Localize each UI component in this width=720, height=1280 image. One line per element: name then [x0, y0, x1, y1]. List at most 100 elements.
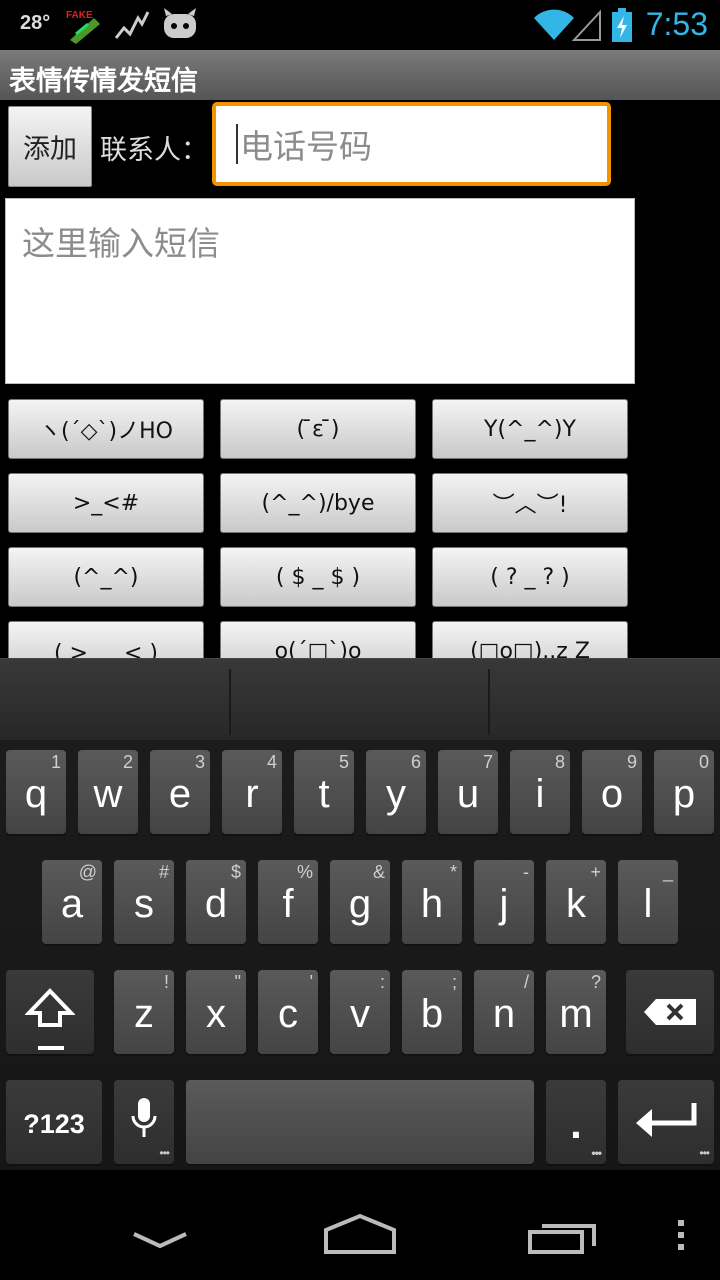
key-r[interactable]: r4 [222, 750, 282, 834]
emoticon-button[interactable]: (^_^)/bye [220, 473, 416, 533]
key-letter: f [282, 881, 294, 926]
key-c[interactable]: c ' [258, 970, 318, 1054]
key-k[interactable]: k + [546, 860, 606, 944]
symbols-key[interactable]: ?123 [6, 1080, 102, 1164]
key-letter: n [492, 991, 516, 1036]
key-s[interactable]: s # [114, 860, 174, 944]
more-dots: ••• [159, 1146, 170, 1160]
key-letter: i [535, 771, 545, 816]
key-letter: l [643, 881, 653, 926]
key-h[interactable]: h * [402, 860, 462, 944]
key-v[interactable]: v: [330, 970, 390, 1054]
more-dots: ••• [699, 1146, 710, 1160]
app-title: 表情传情发短信 [9, 66, 198, 97]
emoticon-button[interactable]: Y(^_^)Y [432, 399, 628, 459]
enter-key[interactable]: ••• [618, 1080, 714, 1164]
suggestion-strip[interactable] [0, 658, 720, 740]
key-i[interactable]: i8 [510, 750, 570, 834]
key-hint: 2 [122, 752, 133, 772]
key-letter: c [278, 991, 298, 1036]
key-z[interactable]: z! [114, 970, 174, 1054]
key-hint: ! [163, 972, 169, 992]
key-hint: 6 [410, 752, 421, 772]
key-hint: 4 [266, 752, 277, 772]
key-f[interactable]: f% [258, 860, 318, 944]
period-key[interactable]: . ••• [546, 1080, 606, 1164]
clock: 7:53 [645, 6, 708, 42]
key-m[interactable]: m? [546, 970, 606, 1054]
add-contact-button[interactable]: 添加 [8, 106, 92, 187]
emoticon-button[interactable]: ヽ(ˊ◇ˋ)ノHO [8, 399, 204, 459]
key-p[interactable]: p0 [654, 750, 714, 834]
navigation-bar [0, 1170, 720, 1280]
key-y[interactable]: y6 [366, 750, 426, 834]
shift-key[interactable] [6, 970, 94, 1054]
key-e[interactable]: e3 [150, 750, 210, 834]
battery-charging-icon [610, 8, 634, 48]
key-hint: 3 [194, 752, 205, 772]
key-hint: _ [662, 862, 673, 882]
key-hint: ? [590, 972, 601, 992]
emoticon-button[interactable]: ( ̄ε ̄) [220, 399, 416, 459]
key-letter: m [559, 991, 593, 1036]
key-x[interactable]: x " [186, 970, 246, 1054]
key-hint: : [379, 972, 385, 992]
key-letter: z [134, 991, 154, 1036]
key-letter: t [318, 771, 330, 816]
activity-graph-icon [114, 8, 150, 46]
suggestion-divider [488, 669, 490, 735]
more-dots: ••• [591, 1146, 602, 1160]
status-bar: 28° FAKE 7:53 [0, 0, 720, 50]
key-hint: $ [230, 862, 241, 882]
emoticon-button[interactable]: ( ? _ ? ) [432, 547, 628, 607]
key-u[interactable]: u7 [438, 750, 498, 834]
microphone-icon [129, 1096, 159, 1152]
delete-key[interactable] [626, 970, 714, 1054]
space-bar[interactable] [186, 1080, 534, 1164]
enter-icon [632, 1099, 700, 1149]
key-hint: 7 [482, 752, 493, 772]
key-letter: w [93, 771, 123, 816]
key-hint: ; [451, 972, 457, 992]
message-input[interactable]: 这里输入短信 [5, 198, 635, 384]
emoticon-button[interactable]: >_<# [8, 473, 204, 533]
shift-indicator [38, 1046, 64, 1050]
key-hint: 9 [626, 752, 637, 772]
key-hint: @ [78, 862, 97, 882]
emoticon-button[interactable]: ︶︿︶! [432, 473, 628, 533]
key-j[interactable]: j- [474, 860, 534, 944]
key-l[interactable]: l _ [618, 860, 678, 944]
emoticon-button[interactable]: (^_^) [8, 547, 204, 607]
key-b[interactable]: b; [402, 970, 462, 1054]
recent-apps-icon[interactable] [528, 1216, 598, 1260]
key-hint: 8 [554, 752, 565, 772]
key-q[interactable]: q1 [6, 750, 66, 834]
key-letter: x [206, 991, 226, 1036]
key-d[interactable]: d $ [186, 860, 246, 944]
back-icon[interactable] [130, 1230, 190, 1254]
key-g[interactable]: g & [330, 860, 390, 944]
key-hint: " [234, 972, 241, 992]
key-letter: b [420, 991, 444, 1036]
emoticon-button[interactable]: ( $ _ $ ) [220, 547, 416, 607]
key-w[interactable]: w2 [78, 750, 138, 834]
key-letter: h [420, 881, 444, 926]
key-hint: # [158, 862, 169, 882]
key-t[interactable]: t5 [294, 750, 354, 834]
menu-icon[interactable] [676, 1218, 686, 1256]
fake-gps-icon: FAKE [64, 8, 104, 48]
key-n[interactable]: n / [474, 970, 534, 1054]
home-icon[interactable] [322, 1212, 398, 1260]
key-letter: o [600, 771, 624, 816]
key-hint: & [372, 862, 385, 882]
backspace-icon [642, 992, 698, 1037]
key-a[interactable]: a @ [42, 860, 102, 944]
voice-input-key[interactable]: ••• [114, 1080, 174, 1164]
phone-number-input[interactable]: 电话号码 [212, 102, 611, 186]
key-letter: d [204, 881, 228, 926]
key-hint: 5 [338, 752, 349, 772]
key-hint: ' [309, 972, 313, 992]
key-hint: / [523, 972, 529, 992]
key-o[interactable]: o9 [582, 750, 642, 834]
period-label: . [570, 1100, 582, 1147]
